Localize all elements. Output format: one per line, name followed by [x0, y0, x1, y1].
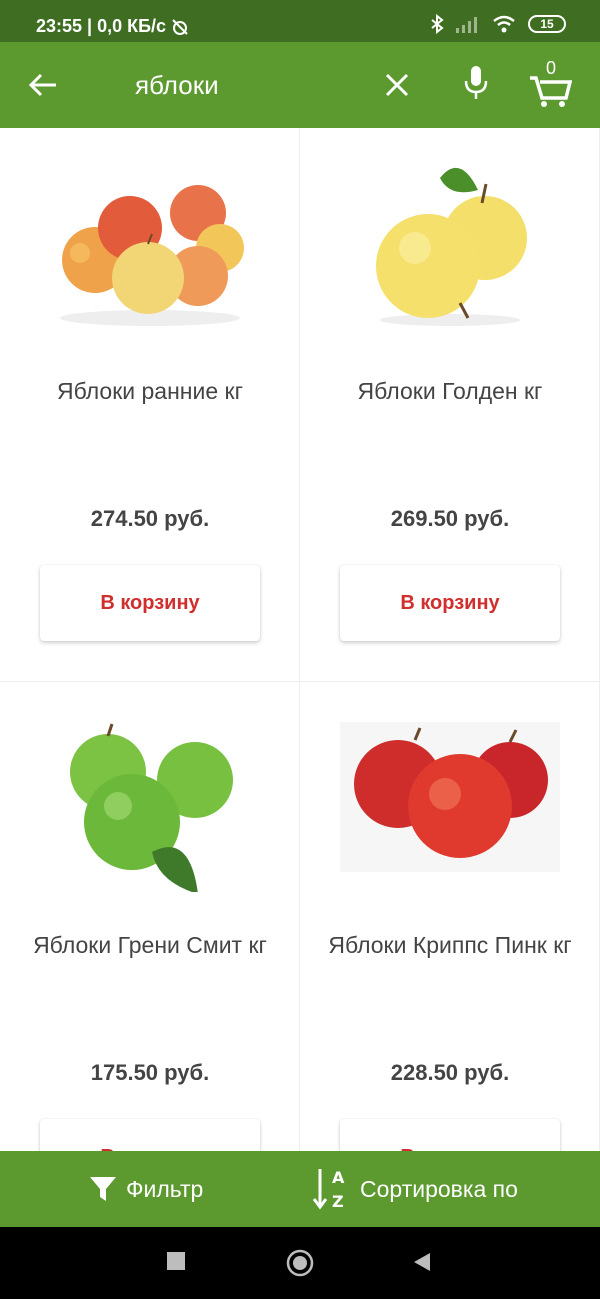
product-image-apples-golden	[376, 167, 527, 326]
status-right: 15	[430, 14, 566, 34]
microphone-icon[interactable]	[462, 64, 490, 102]
product-price: 175.50 руб.	[90, 1060, 210, 1085]
search-query[interactable]: яблоки	[135, 70, 219, 101]
add-to-cart-button[interactable]: В корзину	[340, 1119, 560, 1151]
product-image-apples-cripps-pink	[340, 722, 560, 872]
add-to-cart-button[interactable]: В корзину	[40, 565, 260, 641]
product-name: Яблоки Голден кг	[357, 378, 543, 404]
filter-icon	[90, 1177, 116, 1201]
alarm-off-icon	[172, 18, 188, 35]
product-card[interactable]: Яблоки Криппс Пинк кг 228.50 руб. В корз…	[300, 682, 600, 1151]
product-image-apples-early	[60, 185, 244, 326]
sort-button[interactable]: A Z Сортировка по	[312, 1151, 518, 1227]
signal-icon	[456, 17, 477, 33]
product-card[interactable]: Яблоки Голден кг 269.50 руб. В корзину	[300, 128, 600, 682]
product-image-apples-granny-smith	[70, 723, 233, 892]
status-bar: 23:55 | 0,0 КБ/с 15	[0, 0, 600, 42]
product-price: 228.50 руб.	[390, 1060, 510, 1085]
product-card[interactable]: Яблоки ранние кг 274.50 руб. В корзину	[0, 128, 300, 682]
status-time-speed: 23:55 | 0,0 КБ/с	[36, 16, 167, 36]
product-price: 274.50 руб.	[90, 506, 210, 531]
sort-az-icon: A Z	[312, 1168, 345, 1211]
back-arrow-icon[interactable]	[26, 68, 60, 102]
filter-label: Фильтр	[126, 1175, 204, 1202]
svg-text:Z: Z	[332, 1192, 344, 1211]
status-left: 23:55 | 0,0 КБ/с	[36, 16, 190, 37]
close-icon[interactable]	[382, 68, 412, 102]
battery-level: 15	[540, 17, 554, 31]
bottom-action-bar: Фильтр A Z Сортировка по	[0, 1151, 600, 1227]
bluetooth-icon	[431, 14, 444, 34]
cart-count-badge: 0	[546, 58, 557, 78]
recents-icon[interactable]	[166, 1251, 186, 1271]
product-card[interactable]: Яблоки Грени Смит кг 175.50 руб. В корзи…	[0, 682, 300, 1151]
battery-indicator: 15	[528, 15, 566, 33]
app-bar: яблоки 0	[0, 42, 600, 128]
svg-text:A: A	[332, 1168, 345, 1187]
product-price: 269.50 руб.	[390, 506, 510, 531]
product-name: Яблоки ранние кг	[57, 378, 243, 404]
wifi-icon	[493, 15, 515, 33]
add-to-cart-button[interactable]: В корзину	[40, 1119, 260, 1151]
sort-label: Сортировка по	[360, 1175, 518, 1202]
home-icon[interactable]	[286, 1249, 314, 1277]
product-name: Яблоки Грени Смит кг	[33, 932, 267, 958]
system-nav-bar	[0, 1227, 600, 1299]
product-name: Яблоки Криппс Пинк кг	[328, 932, 572, 958]
add-to-cart-button[interactable]: В корзину	[340, 565, 560, 641]
back-triangle-icon[interactable]	[412, 1251, 432, 1273]
filter-button[interactable]: Фильтр	[88, 1151, 203, 1227]
product-grid: Яблоки ранние кг 274.50 руб. В корзину Я…	[0, 128, 600, 1151]
